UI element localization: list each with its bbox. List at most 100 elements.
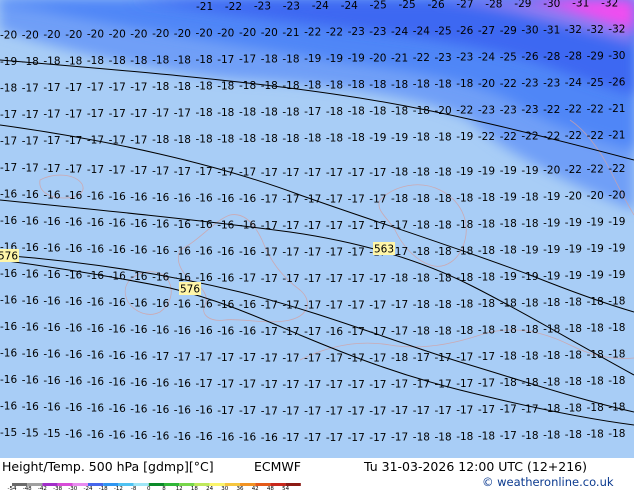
temp-label: -19 [500, 165, 517, 177]
temp-label: -17 [196, 352, 213, 364]
temp-label: -17 [217, 352, 234, 364]
temp-label: -18 [500, 324, 517, 336]
temp-label: -16 [43, 216, 60, 228]
temp-label: -16 [130, 218, 147, 230]
temp-label: -16 [152, 218, 169, 230]
temp-label: -20 [43, 29, 60, 41]
credit-text[interactable]: © weatheronline.co.uk [482, 475, 614, 489]
temp-label: -16 [65, 190, 82, 202]
temp-label: -18 [87, 55, 104, 67]
temp-label: -20 [435, 105, 452, 117]
temp-label: -28 [543, 51, 560, 63]
valid-time: Tu 31-03-2026 12:00 UTC (12+216) [364, 459, 587, 474]
temp-label: -17 [304, 167, 321, 179]
temp-label: -22 [413, 52, 430, 64]
temp-label: -17 [282, 352, 299, 364]
temp-label: -18 [456, 272, 473, 284]
temp-label: -18 [174, 81, 191, 93]
temp-label: -17 [261, 273, 278, 285]
temp-label: -17 [500, 430, 517, 442]
map-canvas[interactable]: -21 -22 -23 -23 -24 -24 -25 -25 -26 -27 -28 -29 -30-… [0, 0, 634, 458]
temp-label: -17 [43, 135, 60, 147]
temp-label: -16 [196, 325, 213, 337]
temp-label: -16 [261, 432, 278, 444]
temp-label: -18 [435, 299, 452, 311]
temp-label: -16 [43, 349, 60, 361]
temp-label: -24 [312, 0, 329, 12]
temp-label: -17 [413, 352, 430, 364]
temp-label: -17 [261, 352, 278, 364]
temp-label: -18 [521, 297, 538, 309]
temp-label: -16 [109, 350, 126, 362]
temp-label: -19 [521, 244, 538, 256]
temp-label: -30 [608, 50, 625, 62]
temp-label: -18 [608, 322, 625, 334]
legend-label: -48 [23, 486, 32, 490]
temp-label: -19 [391, 132, 408, 144]
temp-label: -22 [565, 164, 582, 176]
temp-label: -16 [109, 244, 126, 256]
temp-label: -17 [304, 106, 321, 118]
temp-label: -16 [217, 272, 234, 284]
temp-label: -18 [500, 377, 517, 389]
temp-label: -17 [435, 378, 452, 390]
temp-label: -18 [391, 105, 408, 117]
temp-label: -18 [239, 107, 256, 119]
temp-label: -17 [0, 136, 17, 148]
temp-label: -16 [130, 404, 147, 416]
temp-label: -18 [565, 349, 582, 361]
temp-label: -17 [326, 406, 343, 418]
temp-label: -16 [152, 430, 169, 442]
temp-label: -17 [217, 405, 234, 417]
temp-label: -16 [22, 295, 39, 307]
temp-label: -16 [239, 220, 256, 232]
temp-label: -16 [22, 322, 39, 334]
temp-label: -17 [261, 405, 278, 417]
temp-label: -18 [543, 323, 560, 335]
temp-label: -19 [587, 243, 604, 255]
temp-label: -16 [65, 376, 82, 388]
temp-label: -17 [326, 167, 343, 179]
temp-label: -18 [565, 402, 582, 414]
temp-label: -18 [239, 80, 256, 92]
temp-label: -16 [0, 215, 17, 227]
temp-label: -17 [369, 352, 386, 364]
temp-label: -18 [261, 107, 278, 119]
temp-label: -20 [174, 28, 191, 40]
temp-label: -17 [500, 404, 517, 416]
temp-label: -17 [282, 193, 299, 205]
temp-label: -18 [478, 272, 495, 284]
temp-label: -23 [521, 104, 538, 116]
temp-label: -17 [304, 326, 321, 338]
temp-label: -18 [413, 132, 430, 144]
temp-label: -16 [65, 402, 82, 414]
temp-label: -17 [369, 432, 386, 444]
temp-label: -16 [65, 243, 82, 255]
temp-label: -18 [413, 220, 430, 232]
model-name: ECMWF [254, 459, 301, 474]
temp-label: -22 [543, 130, 560, 142]
temp-label: -22 [543, 104, 560, 116]
temp-label: -18 [521, 324, 538, 336]
temp-label: -26 [521, 51, 538, 63]
temp-label: -18 [304, 133, 321, 145]
temp-label: -17 [326, 220, 343, 232]
temp-label: -32 [565, 24, 582, 36]
temp-label: -18 [326, 79, 343, 91]
temp-label: -26 [456, 25, 473, 37]
temp-label: -18 [413, 432, 430, 444]
weather-map[interactable]: -21 -22 -23 -23 -24 -24 -25 -25 -26 -27 -28 -29 -30-… [0, 0, 634, 458]
temp-label: -19 [543, 270, 560, 282]
temp-label: -18 [478, 325, 495, 337]
temp-label: -16 [196, 193, 213, 205]
temp-label: -19 [565, 243, 582, 255]
temp-label: -25 [370, 0, 387, 12]
map-title: Height/Temp. 500 hPa [gdmp][°C] [2, 459, 214, 474]
temp-label: -17 [261, 220, 278, 232]
temp-label: -21 [196, 1, 213, 13]
temp-label: -18 [217, 80, 234, 92]
temp-label: -17 [369, 167, 386, 179]
temp-label: -17 [130, 81, 147, 93]
temp-label: -18 [196, 134, 213, 146]
temp-label: -21 [608, 130, 625, 142]
